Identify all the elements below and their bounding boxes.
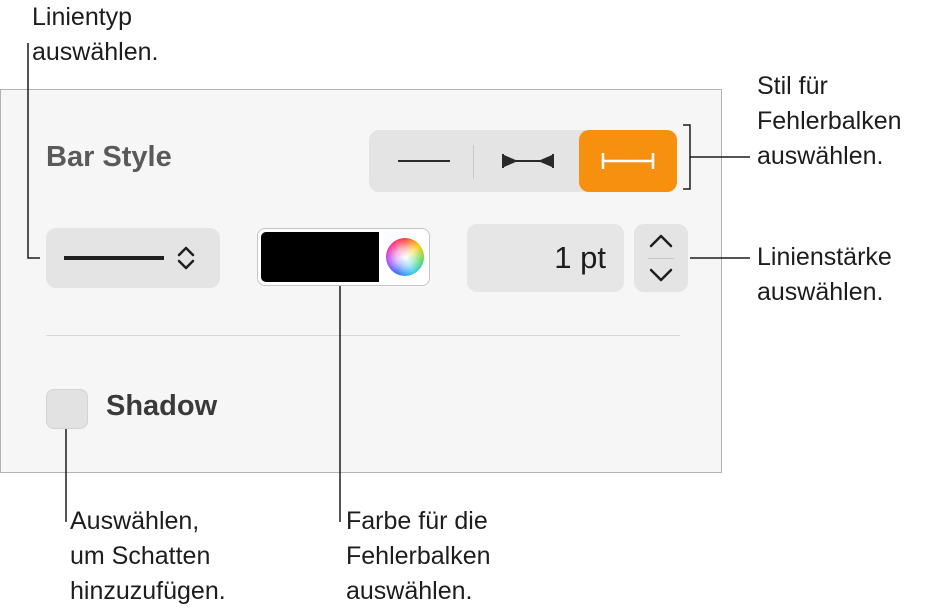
color-swatch[interactable]	[261, 232, 379, 282]
bar-style-arrow-button[interactable]	[484, 130, 572, 192]
callout-bar-style: Stil für Fehlerbalken auswählen.	[757, 69, 902, 174]
line-type-popup[interactable]	[46, 228, 220, 288]
color-wheel-icon	[386, 238, 424, 276]
chevron-up-icon	[649, 234, 673, 248]
callout-line-type: Linientyp auswählen.	[32, 0, 158, 70]
callout-bar-style-line-1: Stil für	[757, 72, 828, 100]
callout-color-line-1: Farbe für die	[346, 507, 488, 535]
callout-shadow-line-3: hinzuzufügen.	[70, 577, 226, 605]
callout-line-width: Linienstärke auswählen.	[757, 240, 892, 310]
bar-style-label: Bar Style	[46, 141, 172, 173]
line-width-value: 1 pt	[554, 240, 606, 275]
line-width-stepper	[634, 224, 688, 292]
shadow-checkbox[interactable]	[46, 389, 88, 429]
bar-style-plain-button[interactable]	[379, 130, 469, 192]
line-width-field[interactable]: 1 pt	[467, 224, 624, 292]
segment-divider	[473, 145, 474, 179]
arrowhead-line-icon	[502, 154, 554, 168]
callout-shadow: Auswählen, um Schatten hinzuzufügen.	[70, 504, 226, 609]
callout-color: Farbe für die Fehlerbalken auswählen.	[346, 504, 491, 609]
up-down-chevron-icon	[177, 246, 195, 270]
solid-line-icon	[64, 256, 164, 260]
shadow-label: Shadow	[106, 390, 218, 422]
callout-line-width-line-1: Linienstärke	[757, 243, 892, 271]
callout-line-type-line-2: auswählen.	[32, 38, 159, 66]
callout-color-line-2: Fehlerbalken	[346, 542, 491, 570]
callout-color-line-3: auswählen.	[346, 577, 473, 605]
bar-style-endcap-button[interactable]	[579, 130, 677, 192]
callout-bar-style-line-3: auswählen.	[757, 142, 884, 170]
chevron-down-icon	[649, 268, 673, 282]
callout-line-width-line-2: auswählen.	[757, 278, 884, 306]
callout-shadow-line-2: um Schatten	[70, 542, 211, 570]
callout-shadow-line-1: Auswählen,	[70, 507, 200, 535]
color-wheel-button[interactable]	[381, 229, 429, 285]
stepper-decrement-button[interactable]	[634, 258, 688, 292]
plain-line-icon	[398, 160, 450, 162]
section-divider	[46, 335, 680, 336]
callout-bar-style-line-2: Fehlerbalken	[757, 107, 902, 135]
callout-line-type-line-1: Linientyp	[32, 3, 133, 31]
color-well[interactable]	[257, 228, 430, 286]
end-cap-line-icon	[601, 153, 655, 169]
stepper-increment-button[interactable]	[634, 224, 688, 258]
